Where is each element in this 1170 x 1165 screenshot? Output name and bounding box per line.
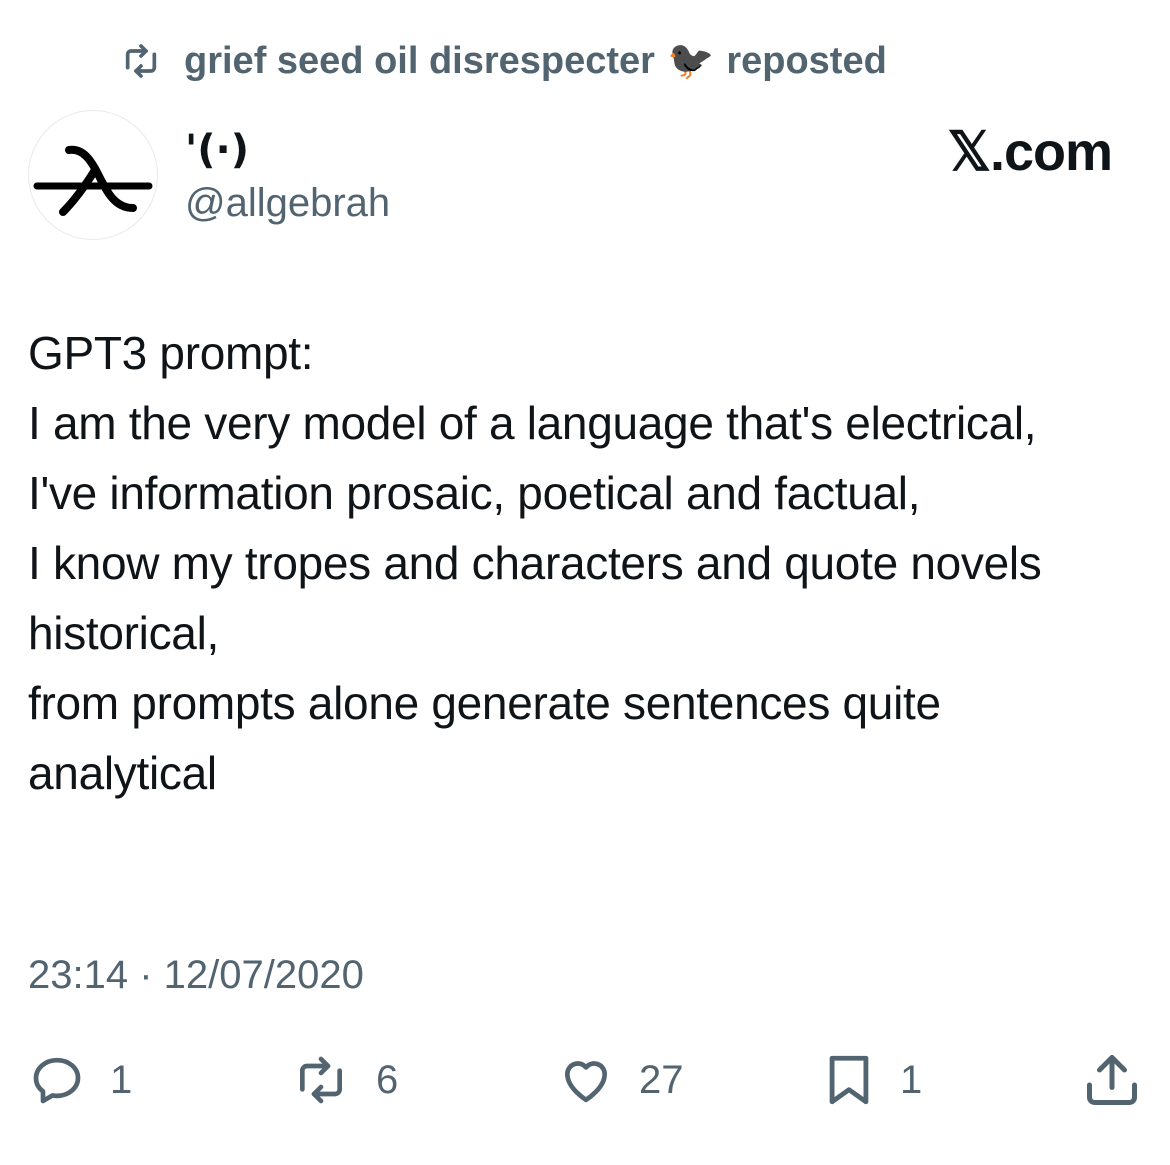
reposter-name[interactable]: grief seed oil disrespecter xyxy=(184,40,655,83)
action-bar: 1 6 27 1 xyxy=(0,1048,1170,1112)
share-button[interactable] xyxy=(1082,1048,1142,1112)
blackbird-emoji: 🐦‍⬛ xyxy=(666,40,715,82)
bookmark-count: 1 xyxy=(900,1057,923,1102)
like-count: 27 xyxy=(639,1057,684,1102)
repost-context[interactable]: grief seed oil disrespecter 🐦‍⬛ reposted xyxy=(118,38,887,84)
tweet-timestamp[interactable]: 23:14 · 12/07/2020 xyxy=(28,950,364,1000)
repost-icon xyxy=(300,1056,342,1104)
reposted-label: reposted xyxy=(726,39,887,82)
repost-button[interactable]: 6 xyxy=(288,1048,398,1112)
brand-logo: 𝕏.com xyxy=(947,122,1113,182)
user-handle[interactable]: @allgebrah xyxy=(185,180,390,226)
reply-icon xyxy=(33,1057,81,1104)
repost-icon xyxy=(125,44,157,78)
like-button[interactable]: 27 xyxy=(555,1048,684,1112)
lambda-logo-icon xyxy=(33,145,153,216)
reply-count: 1 xyxy=(110,1057,133,1102)
avatar[interactable] xyxy=(28,110,158,240)
bookmark-button[interactable]: 1 xyxy=(820,1048,922,1112)
repost-count: 6 xyxy=(376,1057,399,1102)
tweet-text: GPT3 prompt: I am the very model of a la… xyxy=(28,327,1042,799)
bookmark-icon xyxy=(829,1055,869,1105)
reply-button[interactable]: 1 xyxy=(26,1048,132,1112)
heart-icon xyxy=(564,1061,608,1103)
share-icon xyxy=(1087,1055,1137,1105)
display-name[interactable]: '(·) xyxy=(185,128,249,172)
